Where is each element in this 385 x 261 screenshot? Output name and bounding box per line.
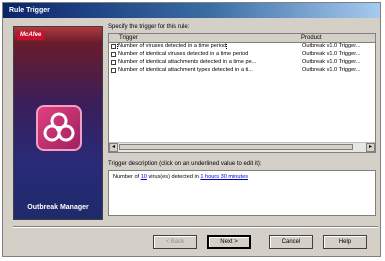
trigger-row[interactable]: Number of identical attachments detected… (110, 59, 374, 66)
back-button[interactable]: < Back (153, 235, 197, 249)
scroll-thumb[interactable] (119, 144, 353, 150)
description-prefix: Number of (113, 174, 140, 180)
trigger-list-label: Specify the trigger for this rule: (108, 24, 190, 30)
description-label: Trigger description (click on an underli… (108, 161, 262, 167)
trigger-name: Number of identical viruses detected in … (118, 51, 249, 57)
next-button[interactable]: Next > (207, 235, 251, 249)
trigger-product: Outbreak v1.0 Trigger... (302, 67, 361, 73)
trigger-checkbox[interactable] (111, 60, 116, 65)
biohazard-icon (36, 105, 82, 151)
trigger-product: Outbreak v1.0 Trigger... (302, 59, 361, 65)
description-middle: virus(es) detected in (148, 174, 199, 180)
trigger-checkbox[interactable] (111, 44, 116, 49)
trigger-name: Number of identical attachment types det… (118, 67, 253, 73)
trigger-description-box: Number of 10 virus(es) detected in 1 hou… (108, 170, 376, 216)
period-link[interactable]: 1 hours 30 minutes (200, 174, 248, 180)
cancel-button[interactable]: Cancel (269, 235, 313, 249)
count-link[interactable]: 10 (141, 174, 147, 180)
trigger-product: Outbreak v1.0 Trigger... (302, 51, 361, 57)
trigger-list[interactable]: Trigger Product Number of viruses detect… (108, 33, 376, 153)
scroll-left-icon[interactable]: ◂ (109, 143, 118, 152)
help-button[interactable]: Help (323, 235, 367, 249)
button-separator (13, 226, 378, 228)
product-name: Outbreak Manager (27, 204, 89, 211)
rule-trigger-dialog: Rule Trigger McAfee Outbreak Manager Spe… (2, 2, 381, 257)
trigger-product: Outbreak v1.0 Trigger... (302, 43, 361, 49)
column-product[interactable]: Product (301, 34, 322, 42)
trigger-list-header: Trigger Product (109, 34, 375, 43)
trigger-checkbox[interactable] (111, 52, 116, 57)
trigger-name: Number of identical attachments detected… (118, 59, 257, 65)
trigger-name: Number of viruses detected in a time per… (116, 43, 228, 50)
product-banner: McAfee Outbreak Manager (13, 26, 103, 220)
trigger-row[interactable]: Number of identical viruses detected in … (110, 51, 374, 58)
scroll-right-icon[interactable]: ▸ (366, 143, 375, 152)
horizontal-scrollbar[interactable]: ◂ ▸ (109, 142, 375, 152)
window-title: Rule Trigger (3, 3, 380, 18)
column-trigger[interactable]: Trigger (119, 34, 138, 42)
trigger-checkbox[interactable] (111, 68, 116, 73)
trigger-row[interactable]: Number of viruses detected in a time per… (110, 43, 374, 50)
brand-logo: McAfee (17, 31, 45, 40)
trigger-row[interactable]: Number of identical attachment types det… (110, 67, 374, 74)
